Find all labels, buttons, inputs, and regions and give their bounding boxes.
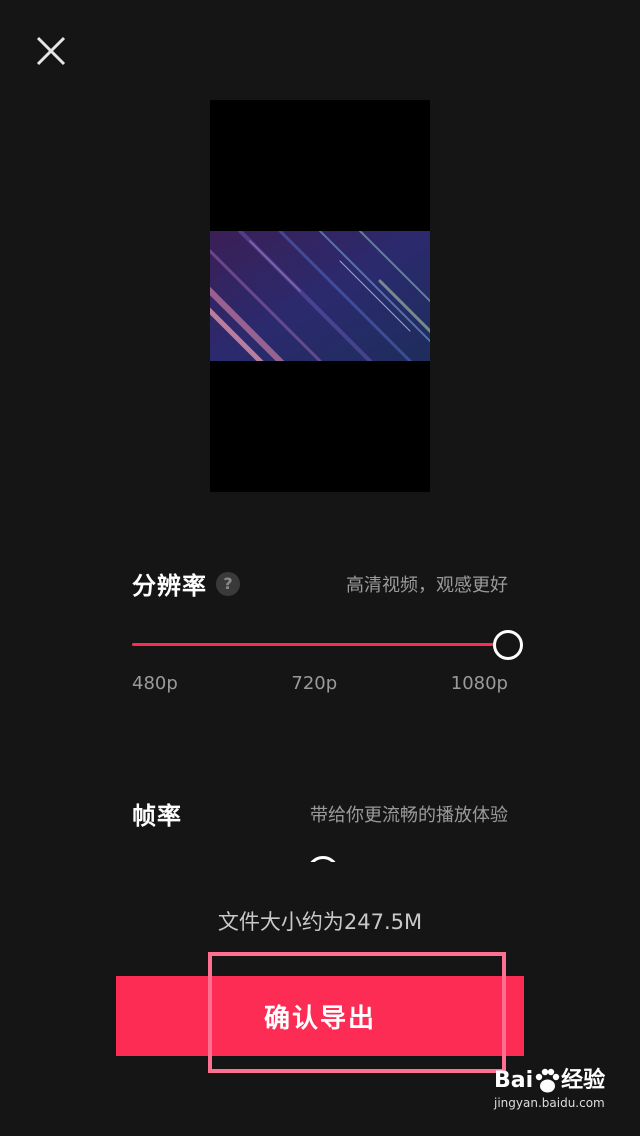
slider-fill: [132, 643, 508, 646]
resolution-section: 分辨率 ? 高清视频，观感更好 480p 720p 1080p: [132, 566, 523, 694]
close-button[interactable]: [30, 30, 72, 72]
export-button[interactable]: 确认导出: [116, 976, 524, 1056]
watermark-url: jingyan.baidu.com: [494, 1096, 605, 1110]
resolution-option-480p[interactable]: 480p: [132, 673, 178, 694]
video-thumbnail: [210, 231, 430, 361]
close-icon: [36, 36, 66, 66]
resolution-slider[interactable]: [132, 627, 523, 663]
frame-rate-slider-thumb[interactable]: [307, 856, 339, 862]
frame-rate-section: 帧率 带给你更流畅的播放体验: [132, 796, 508, 862]
slider-thumb[interactable]: [493, 630, 523, 660]
paw-icon: [535, 1068, 560, 1093]
frame-rate-title: 帧率: [132, 802, 182, 830]
resolution-description: 高清视频，观感更好: [346, 574, 508, 596]
help-icon[interactable]: ?: [216, 571, 240, 596]
resolution-option-1080p[interactable]: 1080p: [451, 673, 508, 694]
watermark-logo: Bai 经验: [494, 1068, 606, 1093]
resolution-option-720p[interactable]: 720p: [291, 673, 337, 694]
file-size-text: 文件大小约为247.5M: [217, 910, 423, 934]
frame-rate-description: 带给你更流畅的播放体验: [310, 804, 508, 826]
resolution-title: 分辨率: [132, 572, 207, 600]
video-preview: [210, 100, 430, 492]
baidu-jingyan-watermark: Bai 经验 jingyan.baidu.com: [494, 1062, 614, 1122]
